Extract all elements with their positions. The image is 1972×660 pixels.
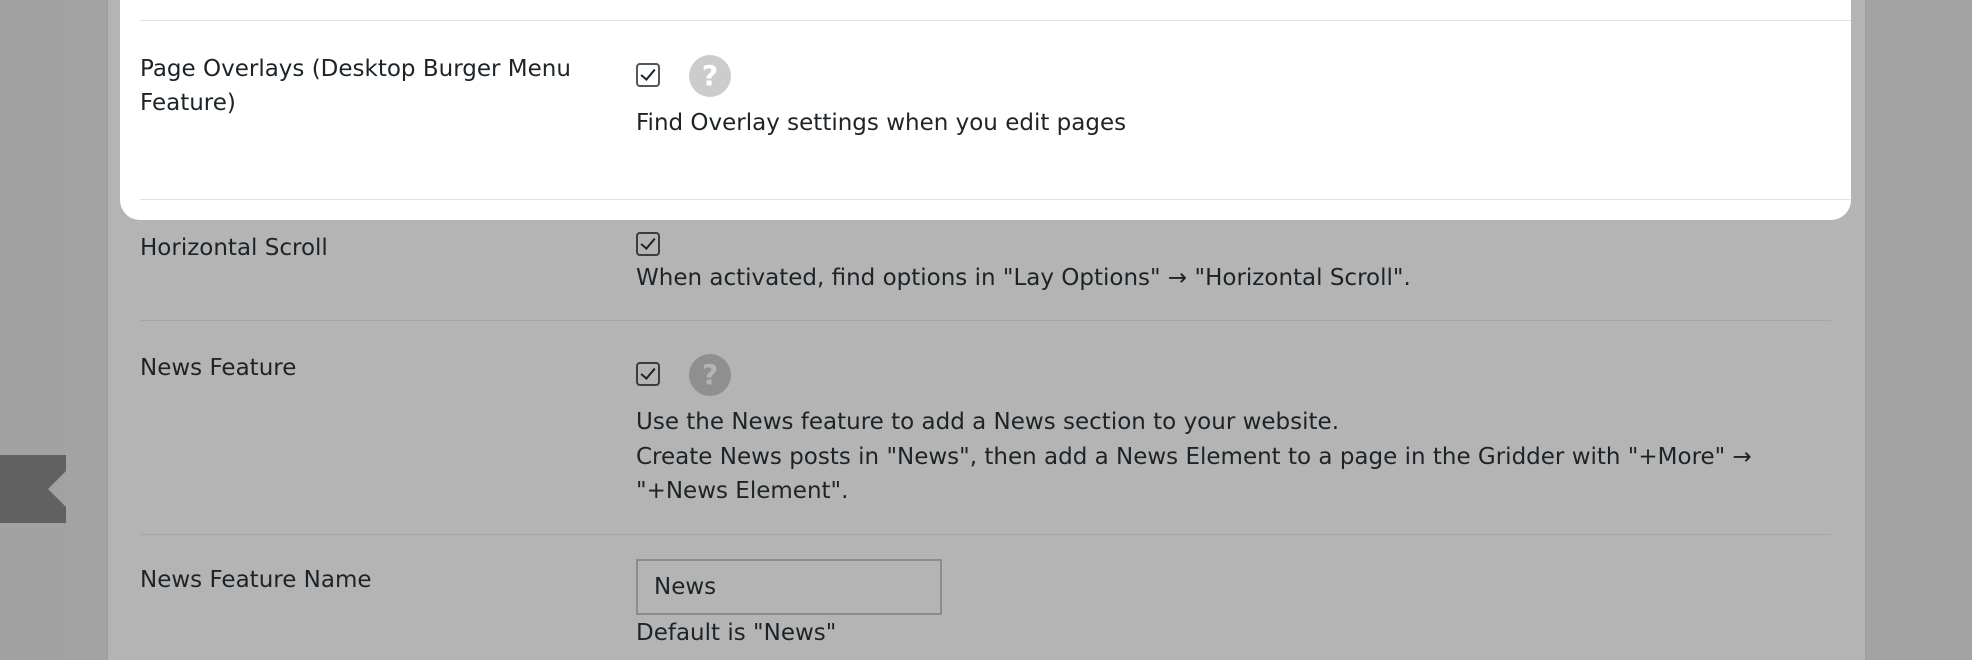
news-feature-name-input[interactable] <box>636 559 942 615</box>
row-divider <box>140 20 1851 21</box>
page-overlays-checkbox[interactable] <box>636 63 660 87</box>
row-divider <box>140 534 1831 535</box>
horizontal-scroll-checkbox[interactable] <box>636 232 660 256</box>
horizontal-scroll-description: When activated, find options in "Lay Opt… <box>636 265 1411 291</box>
admin-sidebar <box>0 0 66 660</box>
question-circle-icon[interactable]: ? <box>689 55 731 97</box>
page-overlays-description: Find Overlay settings when you edit page… <box>636 110 1127 136</box>
news-feature-name-label: News Feature Name <box>140 567 372 593</box>
right-gutter <box>1866 0 1972 660</box>
row-divider <box>140 320 1831 321</box>
news-feature-checkbox[interactable] <box>636 362 660 386</box>
news-feature-label: News Feature <box>140 355 297 381</box>
highlighted-setting-row: Page Overlays (Desktop Burger Menu Featu… <box>120 0 1851 220</box>
news-feature-description-line-3: "+News Element". <box>636 478 849 504</box>
page-overlays-label: Page Overlays (Desktop Burger Menu Featu… <box>140 56 571 116</box>
news-feature-name-hint: Default is "News" <box>636 620 837 646</box>
question-circle-icon[interactable]: ? <box>689 354 731 396</box>
row-divider <box>140 199 1851 200</box>
news-feature-description-line-1: Use the News feature to add a News secti… <box>636 409 1340 435</box>
caret-left-icon <box>48 471 66 507</box>
horizontal-scroll-label: Horizontal Scroll <box>140 235 328 261</box>
news-feature-description-line-2: Create News posts in "News", then add a … <box>636 444 1752 470</box>
